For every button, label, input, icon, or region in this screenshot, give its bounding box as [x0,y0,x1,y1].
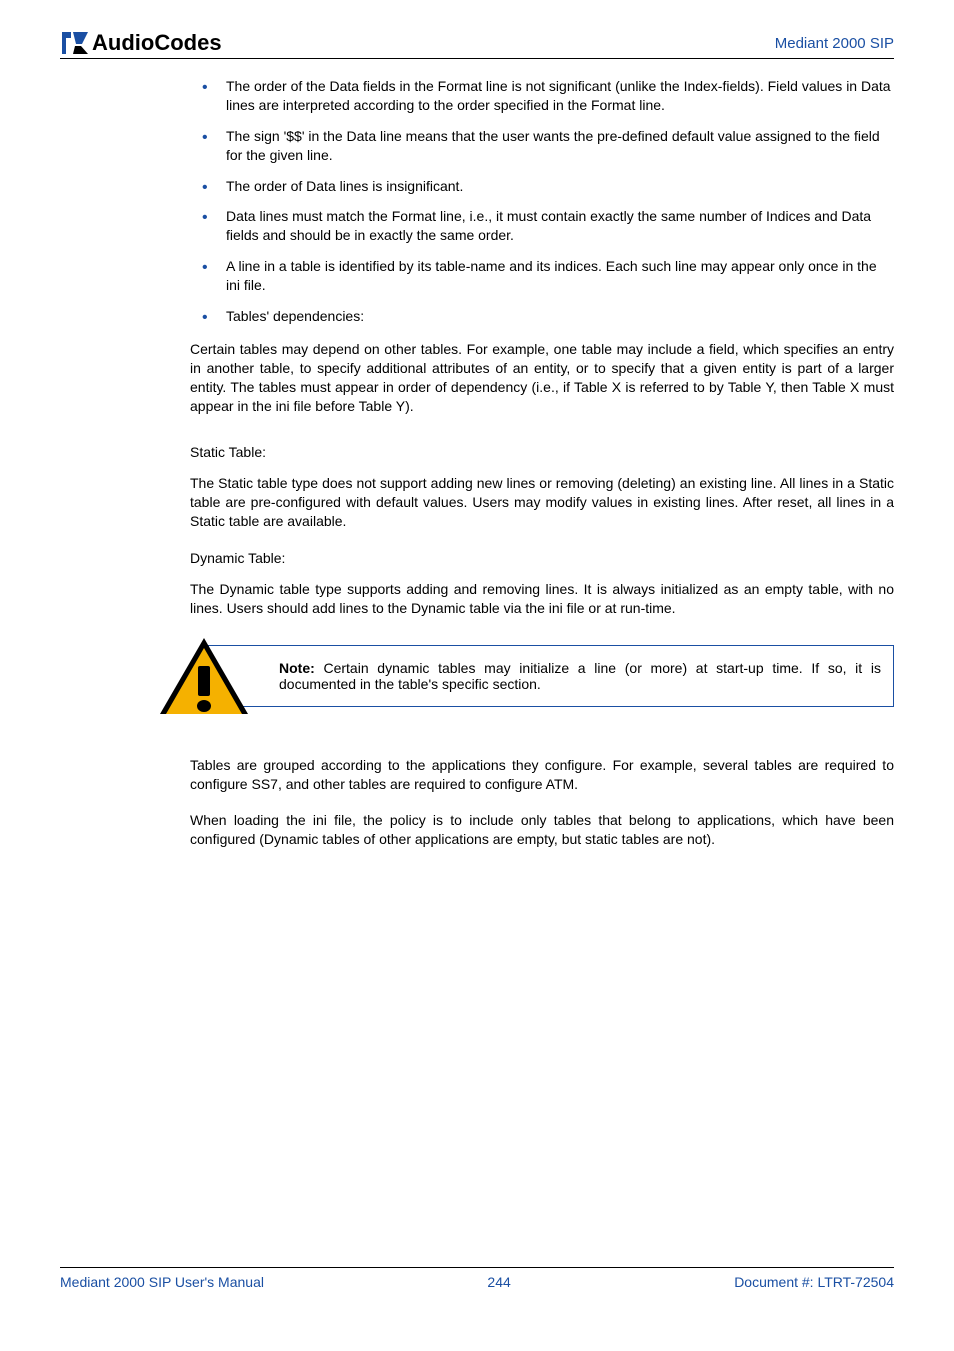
note-text: Certain dynamic tables may initialize a … [279,660,881,692]
list-item: A line in a table is identified by its t… [190,257,894,295]
list-text: The order of the Data fields in the Form… [226,78,891,113]
page-header: AudioCodes Mediant 2000 SIP [60,30,894,59]
brand-logo: AudioCodes [60,30,222,56]
brand-name-b: Codes [154,30,221,56]
brand-name-a: Audio [92,30,154,56]
warning-icon [160,638,248,714]
page-container: AudioCodes Mediant 2000 SIP The order of… [0,0,954,1320]
list-item: Tables' dependencies: [190,307,894,326]
list-text: The sign '$$' in the Data line means tha… [226,128,880,163]
footer-left: Mediant 2000 SIP User's Manual [60,1274,264,1290]
body-content-2: Tables are grouped according to the appl… [60,756,894,850]
list-text: The order of Data lines is insignificant… [226,178,463,194]
paragraph-dependency: Certain tables may depend on other table… [190,340,894,416]
product-name: Mediant 2000 SIP [775,35,894,52]
list-text: Tables' dependencies: [226,308,364,324]
paragraph-loading: When loading the ini file, the policy is… [190,811,894,849]
list-text: Data lines must match the Format line, i… [226,208,871,243]
paragraph-grouping: Tables are grouped according to the appl… [190,756,894,794]
spacer [190,433,894,443]
static-table-title: Static Table: [190,443,894,462]
audiocodes-mark-icon [60,30,90,56]
note-label: Note: [279,660,315,676]
note-box: Note: Certain dynamic tables may initial… [208,645,894,707]
body-content: The order of the Data fields in the Form… [60,77,894,618]
list-item: The order of the Data fields in the Form… [190,77,894,115]
static-table-body: The Static table type does not support a… [190,474,894,531]
dynamic-table-title: Dynamic Table: [190,549,894,568]
list-item: The sign '$$' in the Data line means tha… [190,127,894,165]
page-footer: Mediant 2000 SIP User's Manual 244 Docum… [60,1267,894,1290]
list-text: A line in a table is identified by its t… [226,258,877,293]
note-callout: Note: Certain dynamic tables may initial… [60,638,894,714]
footer-right: Document #: LTRT-72504 [734,1274,894,1290]
bullet-list: The order of the Data fields in the Form… [190,77,894,326]
dynamic-table-body: The Dynamic table type supports adding a… [190,580,894,618]
list-item: The order of Data lines is insignificant… [190,177,894,196]
list-item: Data lines must match the Format line, i… [190,207,894,245]
footer-page-number: 244 [487,1274,510,1290]
